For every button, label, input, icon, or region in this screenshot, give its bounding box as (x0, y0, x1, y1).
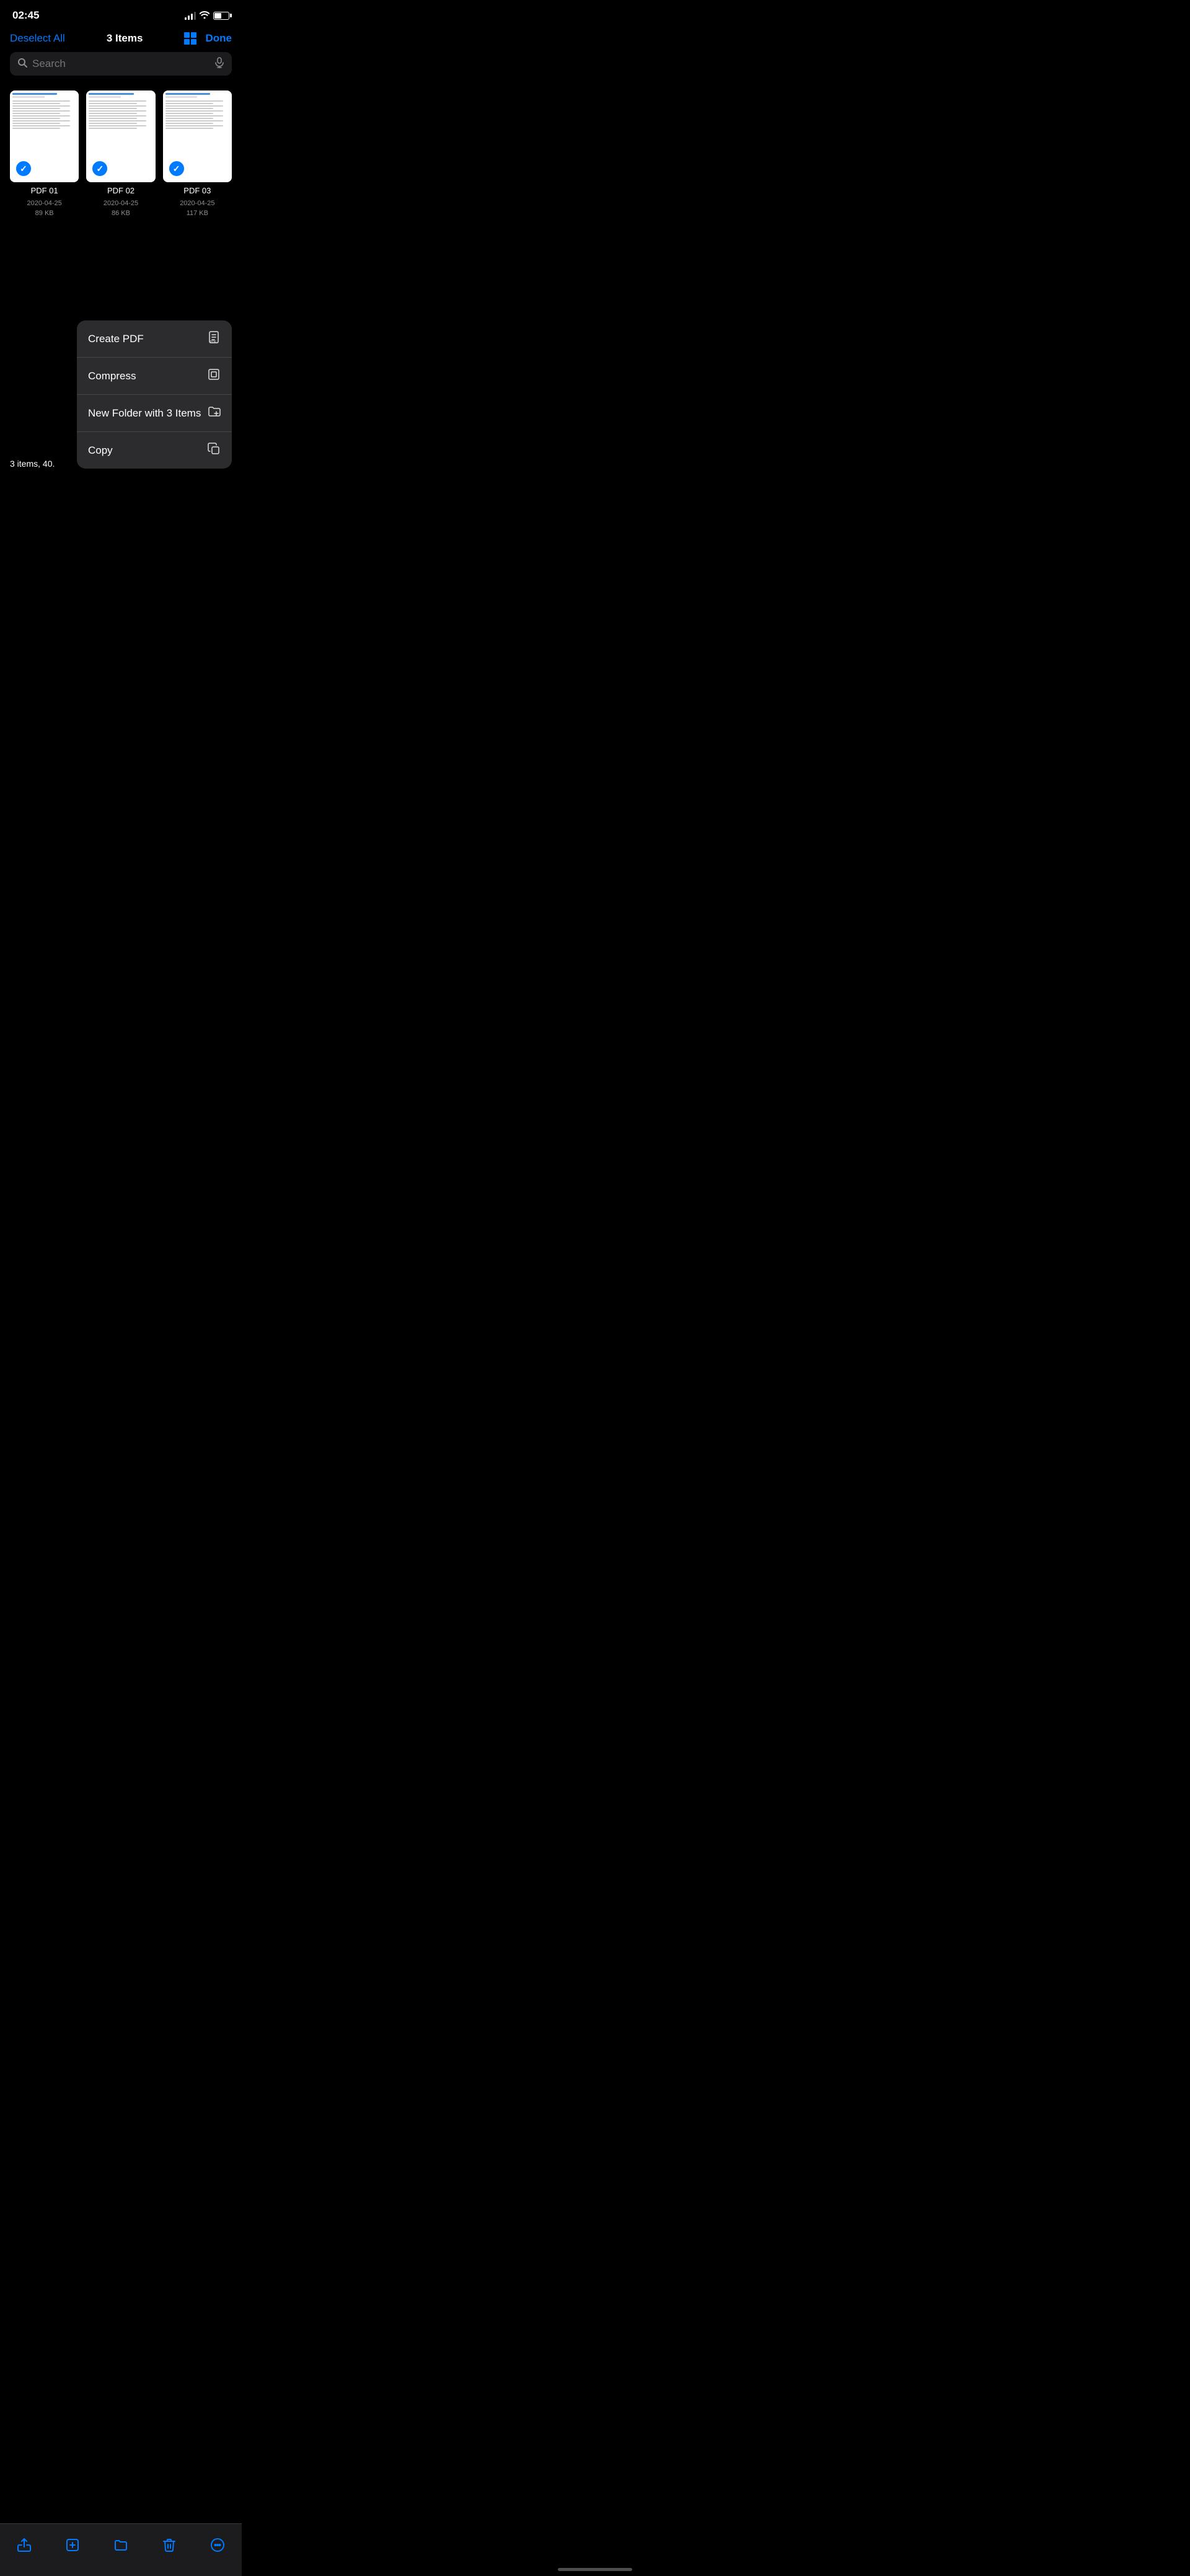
done-button[interactable]: Done (205, 32, 232, 45)
context-menu-new-folder[interactable]: New Folder with 3 Items (77, 395, 232, 432)
bottom-toolbar (0, 2523, 242, 2576)
search-input[interactable] (32, 58, 209, 70)
context-menu-create-pdf[interactable]: Create PDF PDF (77, 320, 232, 358)
battery-icon (213, 12, 229, 20)
file-name-pdf03: PDF 03 (183, 186, 211, 195)
file-item-pdf02[interactable]: ✓ PDF 02 2020-04-2586 KB (86, 90, 155, 218)
deselect-all-button[interactable]: Deselect All (10, 32, 65, 45)
status-time: 02:45 (12, 9, 39, 22)
file-meta-pdf01: 2020-04-2589 KB (27, 199, 62, 218)
file-name-pdf02: PDF 02 (107, 186, 134, 195)
file-thumbnail-pdf01: ✓ (10, 90, 79, 182)
nav-right: Done (184, 32, 232, 45)
selected-badge-pdf03: ✓ (168, 160, 185, 177)
file-meta-pdf03: 2020-04-25117 KB (180, 199, 214, 218)
wifi-icon (200, 11, 209, 20)
bottom-status: 3 items, 40. (10, 459, 55, 469)
trash-button[interactable] (156, 2531, 183, 2559)
svg-text:PDF: PDF (210, 340, 216, 344)
nav-title: 3 Items (107, 32, 143, 45)
folder-button[interactable] (107, 2531, 134, 2559)
status-bar: 02:45 (0, 0, 242, 27)
file-name-pdf01: PDF 01 (31, 186, 58, 195)
share-button[interactable] (11, 2531, 38, 2559)
create-pdf-icon: PDF (207, 330, 221, 347)
new-folder-icon (207, 405, 221, 421)
grid-view-button[interactable] (184, 32, 196, 45)
file-thumbnail-pdf02: ✓ (86, 90, 155, 182)
files-grid: ✓ PDF 01 2020-04-2589 KB (0, 86, 242, 223)
file-meta-pdf02: 2020-04-2586 KB (104, 199, 138, 218)
search-bar[interactable] (10, 52, 232, 76)
context-menu: Create PDF PDF Compress New Folder with … (77, 320, 232, 469)
copy-icon (207, 442, 221, 459)
nav-bar: Deselect All 3 Items Done (0, 27, 242, 52)
add-button[interactable] (59, 2531, 86, 2559)
context-menu-copy[interactable]: Copy (77, 432, 232, 469)
microphone-icon[interactable] (214, 57, 224, 71)
signal-icon (185, 11, 196, 20)
home-indicator (558, 2568, 632, 2571)
file-thumbnail-pdf03: ✓ (163, 90, 232, 182)
file-item-pdf01[interactable]: ✓ PDF 01 2020-04-2589 KB (10, 90, 79, 218)
file-item-pdf03[interactable]: ✓ PDF 03 2020-04-25117 KB (163, 90, 232, 218)
context-menu-compress[interactable]: Compress (77, 358, 232, 395)
compress-icon (207, 368, 221, 384)
status-icons (185, 11, 229, 20)
more-button[interactable] (204, 2531, 231, 2559)
search-icon (17, 58, 27, 70)
